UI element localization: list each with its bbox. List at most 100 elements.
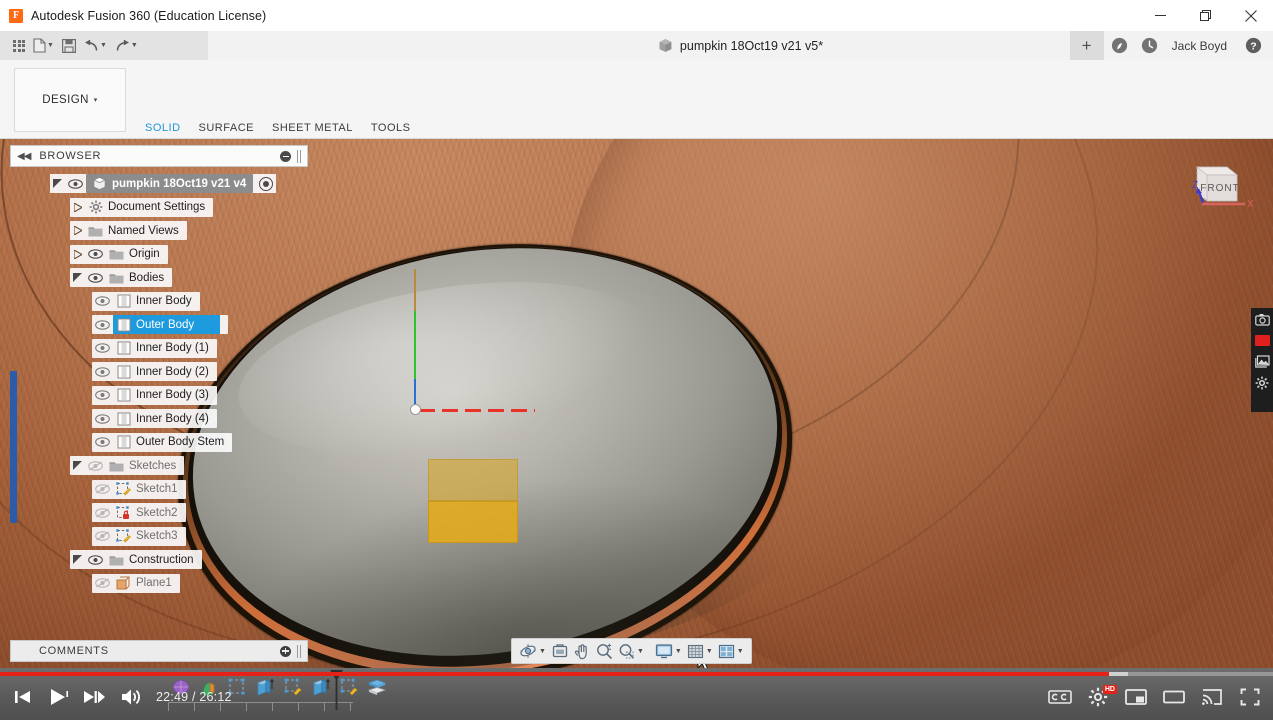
root-component-pill[interactable]: pumpkin 18Oct19 v21 v4 — [86, 174, 254, 194]
expand-arrow-expanded[interactable] — [70, 268, 85, 287]
clock-icon[interactable] — [1136, 31, 1164, 60]
tree-row-inner-body-1[interactable]: Inner Body (1) — [10, 337, 310, 361]
recorder-camera-button[interactable] — [1254, 311, 1271, 328]
visibility-eye-icon[interactable] — [85, 245, 106, 264]
tab-solid[interactable]: SOLID — [136, 122, 190, 141]
expand-arrow-expanded[interactable] — [70, 456, 85, 475]
radio-active-icon[interactable] — [259, 176, 274, 191]
timeline-feature-extrude1[interactable] — [252, 674, 277, 700]
tree-row-outer-body[interactable]: Outer Body — [10, 313, 310, 337]
tree-row-outer-body-stem[interactable]: Outer Body Stem — [10, 431, 310, 455]
visibility-eye-icon[interactable] — [85, 268, 106, 287]
panel-resize-grip[interactable] — [297, 644, 301, 658]
tree-row-sketch2[interactable]: Sketch2 — [10, 501, 310, 525]
tree-row-document-settings[interactable]: Document Settings — [10, 196, 310, 220]
collapse-left-icon[interactable]: ◀◀ — [17, 151, 31, 162]
video-progress-bar[interactable] — [0, 672, 1273, 676]
visibility-eye-hidden-icon[interactable] — [92, 574, 113, 593]
zoom-window-button[interactable]: ▼ — [616, 640, 646, 662]
tab-tools[interactable]: TOOLS — [362, 122, 420, 138]
comments-panel-header[interactable]: COMMENTS — [10, 640, 308, 662]
chevron-down-icon[interactable]: ▼ — [737, 648, 744, 655]
visibility-eye-hidden-icon[interactable] — [92, 527, 113, 546]
new-tab-button[interactable]: + — [1069, 31, 1104, 60]
visibility-eye-hidden-icon[interactable] — [92, 480, 113, 499]
restore-icon[interactable] — [1183, 0, 1228, 31]
help-icon[interactable]: ? — [1239, 31, 1267, 60]
panel-resize-grip[interactable] — [297, 149, 301, 163]
expand-arrow-expanded[interactable] — [50, 174, 65, 193]
plus-circle-icon[interactable] — [280, 645, 291, 657]
display-settings-button[interactable]: ▼ — [653, 640, 684, 662]
tree-row-inner-body-2[interactable]: Inner Body (2) — [10, 360, 310, 384]
play-pause-button[interactable] — [42, 682, 76, 712]
tab-sheet-metal[interactable]: SHEET METAL — [263, 122, 362, 138]
expand-arrow-collapsed[interactable] — [70, 198, 85, 217]
redo-button[interactable]: ▼ — [112, 33, 141, 58]
grid-snaps-button[interactable]: ▼ — [685, 640, 715, 662]
tree-row-named-views[interactable]: Named Views — [10, 219, 310, 243]
tab-surface[interactable]: SURFACE — [190, 122, 263, 138]
theater-mode-button[interactable] — [1157, 682, 1191, 712]
tree-row-plane1[interactable]: Plane1 — [10, 572, 310, 596]
undo-button[interactable]: ▼ — [81, 33, 110, 58]
expand-arrow-collapsed[interactable] — [70, 245, 85, 264]
minus-circle-icon[interactable] — [280, 150, 291, 162]
timeline-feature-split[interactable] — [364, 674, 389, 700]
recorder-settings-button[interactable] — [1254, 374, 1271, 391]
captions-button[interactable] — [1043, 682, 1077, 712]
zoom-button[interactable] — [594, 640, 615, 662]
view-cube[interactable]: FRONT Z X — [1175, 155, 1255, 233]
expand-arrow-collapsed[interactable] — [70, 221, 85, 240]
settings-button[interactable]: HD — [1081, 682, 1117, 712]
visibility-eye-icon[interactable] — [92, 433, 113, 452]
next-video-button[interactable] — [78, 682, 112, 712]
extension-icon[interactable] — [1106, 31, 1134, 60]
miniplayer-button[interactable] — [1119, 682, 1153, 712]
visibility-eye-hidden-icon[interactable] — [92, 503, 113, 522]
tree-row-inner-body-3[interactable]: Inner Body (3) — [10, 384, 310, 408]
visibility-eye-icon[interactable] — [92, 386, 113, 405]
visibility-eye-icon[interactable] — [92, 339, 113, 358]
visibility-eye-icon[interactable] — [65, 174, 86, 193]
recorder-record-button[interactable] — [1254, 332, 1271, 349]
tree-row-origin[interactable]: Origin — [10, 243, 310, 267]
fullscreen-button[interactable] — [1233, 682, 1267, 712]
chevron-down-icon[interactable]: ▼ — [539, 648, 546, 655]
pan-button[interactable] — [572, 640, 593, 662]
visibility-eye-icon[interactable] — [92, 315, 113, 334]
new-file-button[interactable]: ▼ — [30, 33, 57, 58]
tree-root-row[interactable]: pumpkin 18Oct19 v21 v4 — [10, 172, 310, 196]
tree-row-construction[interactable]: Construction — [10, 548, 310, 572]
user-name-label[interactable]: Jack Boyd — [1166, 39, 1237, 53]
visibility-eye-icon[interactable] — [85, 550, 106, 569]
timeline-playhead[interactable] — [330, 670, 343, 710]
app-grid-button[interactable] — [10, 33, 28, 58]
tree-row-inner-body[interactable]: Inner Body — [10, 290, 310, 314]
save-button[interactable] — [59, 33, 79, 58]
visibility-eye-icon[interactable] — [92, 362, 113, 381]
chevron-down-icon[interactable]: ▼ — [706, 648, 713, 655]
minimize-icon[interactable] — [1138, 0, 1183, 31]
recorder-gallery-button[interactable] — [1254, 353, 1271, 370]
tree-row-bodies[interactable]: Bodies — [10, 266, 310, 290]
cast-button[interactable] — [1195, 682, 1229, 712]
visibility-eye-icon[interactable] — [92, 409, 113, 428]
chevron-down-icon[interactable]: ▼ — [637, 648, 644, 655]
workspace-selector[interactable]: DESIGN ▾ — [14, 68, 126, 132]
tree-row-inner-body-4[interactable]: Inner Body (4) — [10, 407, 310, 431]
close-icon[interactable] — [1228, 0, 1273, 31]
visibility-eye-icon[interactable] — [92, 292, 113, 311]
tree-row-sketches[interactable]: Sketches — [10, 454, 310, 478]
previous-video-button[interactable] — [6, 682, 40, 712]
timeline-feature-sketch2[interactable] — [280, 674, 305, 700]
viewports-button[interactable]: ▼ — [716, 640, 746, 662]
expand-arrow-expanded[interactable] — [70, 550, 85, 569]
chevron-down-icon[interactable]: ▼ — [675, 648, 682, 655]
volume-button[interactable] — [114, 682, 148, 712]
visibility-eye-hidden-icon[interactable] — [85, 456, 106, 475]
orbit-button[interactable]: ▼ — [517, 640, 548, 662]
browser-scrollbar[interactable] — [10, 371, 17, 523]
tree-row-sketch3[interactable]: Sketch3 — [10, 525, 310, 549]
look-at-button[interactable] — [549, 640, 571, 662]
